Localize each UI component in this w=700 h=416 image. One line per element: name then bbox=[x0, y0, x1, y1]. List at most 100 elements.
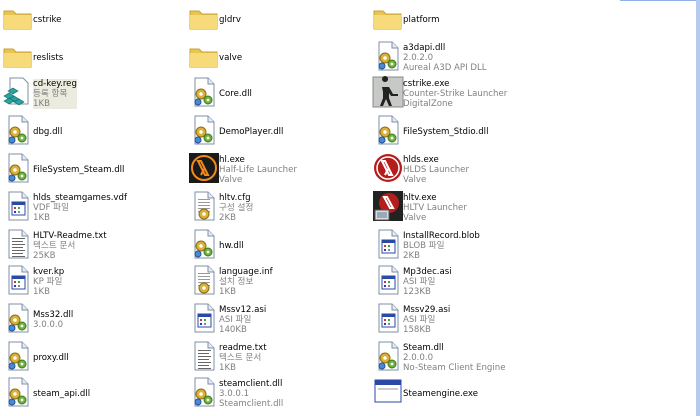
file-item-text: cd-key.reg 등록 항목 1KB bbox=[33, 76, 77, 112]
file-detail: 1KB bbox=[33, 99, 77, 109]
file-name: InstallRecord.blob bbox=[403, 231, 480, 241]
file-item-a3dapi[interactable]: a3dapi.dll 2.0.2.0 Aureal A3D API DLL bbox=[370, 40, 690, 76]
file-detail: Valve bbox=[403, 213, 427, 223]
file-item-fsstdio[interactable]: FileSystem_Stdio.dll bbox=[370, 114, 690, 150]
file-item-cdkey[interactable]: cd-key.reg 등록 항목 1KB bbox=[0, 76, 180, 112]
file-item-cstrike[interactable]: cstrike bbox=[0, 2, 180, 38]
file-item-text: Steam.dll 2.0.0.0 No-Steam Client Engine bbox=[403, 340, 506, 376]
file-type: 3.0.0.0 bbox=[33, 320, 64, 330]
generic-file-icon bbox=[372, 264, 404, 296]
file-type: HLTV Launcher bbox=[403, 203, 467, 213]
file-name: gldrv bbox=[219, 15, 241, 25]
file-detail: 1KB bbox=[33, 213, 50, 223]
file-name: FileSystem_Steam.dll bbox=[33, 165, 125, 175]
file-name: language.inf bbox=[219, 267, 273, 277]
file-type: 텍스트 문서 bbox=[219, 353, 262, 363]
file-detail: DigitalZone bbox=[403, 99, 453, 109]
file-item-text: hltv.exe HLTV Launcher Valve bbox=[403, 190, 467, 226]
file-item-text: valve bbox=[219, 40, 242, 76]
file-item-steamengine[interactable]: Steamengine.exe bbox=[370, 376, 690, 412]
file-detail: 2KB bbox=[219, 213, 236, 223]
file-item-text: hlds_steamgames.vdf VDF 파일 1KB bbox=[33, 190, 127, 226]
file-item-hltvreadme[interactable]: HLTV-Readme.txt 텍스트 문서 25KB bbox=[0, 228, 180, 264]
file-detail: Valve bbox=[219, 175, 243, 185]
file-item-steamclient[interactable]: steamclient.dll 3.0.0.1 Steamclient.dll bbox=[186, 376, 366, 412]
file-item-proxy[interactable]: proxy.dll bbox=[0, 340, 180, 376]
config-file-icon bbox=[188, 264, 220, 296]
file-item-fsteam[interactable]: FileSystem_Steam.dll bbox=[0, 152, 180, 188]
file-item-text: steamclient.dll 3.0.0.1 Steamclient.dll bbox=[219, 376, 283, 412]
file-item-cstrikeexe[interactable]: cstrike.exe Counter-Strike Launcher Digita… bbox=[370, 76, 690, 112]
file-detail: 1KB bbox=[219, 287, 236, 297]
file-name: readme.txt bbox=[219, 343, 267, 353]
file-type: 2.0.2.0 bbox=[403, 53, 434, 63]
file-item-text: a3dapi.dll 2.0.2.0 Aureal A3D API DLL bbox=[403, 40, 487, 76]
file-detail: 25KB bbox=[33, 251, 56, 261]
file-item-text: hl.exe Half-Life Launcher Valve bbox=[219, 152, 297, 188]
generic-file-icon bbox=[2, 190, 34, 222]
file-item-text: gldrv bbox=[219, 2, 241, 38]
file-name: steam_api.dll bbox=[33, 389, 91, 399]
file-name: cstrike bbox=[33, 15, 62, 25]
file-item-text: cstrike bbox=[33, 2, 61, 38]
folder-icon bbox=[2, 40, 34, 72]
file-detail: Valve bbox=[403, 175, 427, 185]
file-item-hldsexe[interactable]: hlds.exe HLDS Launcher Valve bbox=[370, 152, 690, 188]
file-name: platform bbox=[403, 15, 440, 25]
file-name: proxy.dll bbox=[33, 353, 69, 363]
generic-file-icon bbox=[188, 302, 220, 334]
file-item-mssv29[interactable]: Mssv29.asi ASI 파일 158KB bbox=[370, 302, 690, 338]
file-name: valve bbox=[219, 53, 243, 63]
file-name: cstrike.exe bbox=[403, 79, 450, 89]
window-border bbox=[696, 0, 700, 416]
file-item-dbg[interactable]: dbg.dll bbox=[0, 114, 180, 150]
file-item-reslists[interactable]: reslists bbox=[0, 40, 180, 76]
file-detail: 1KB bbox=[219, 363, 236, 373]
dll-gear-icon bbox=[2, 302, 34, 334]
file-type: 구성 설정 bbox=[219, 203, 254, 213]
file-type: ASI 파일 bbox=[403, 277, 436, 287]
dll-gear-icon bbox=[372, 40, 404, 72]
file-type: Half-Life Launcher bbox=[219, 165, 297, 175]
text-file-icon bbox=[2, 228, 34, 260]
file-item-hltvexe[interactable]: hltv.exe HLTV Launcher Valve bbox=[370, 190, 690, 226]
folder-icon bbox=[188, 40, 220, 72]
file-item-readme[interactable]: readme.txt 텍스트 문서 1KB bbox=[186, 340, 366, 376]
file-name: steamclient.dll bbox=[219, 379, 283, 389]
file-type: 2.0.0.0 bbox=[403, 353, 434, 363]
file-item-core[interactable]: Core.dll bbox=[186, 76, 366, 112]
file-detail: 1KB bbox=[33, 287, 50, 297]
file-item-installrecord[interactable]: InstallRecord.blob BLOB 파일 2KB bbox=[370, 228, 690, 264]
file-item-hw[interactable]: hw.dll bbox=[186, 228, 366, 264]
file-item-steamdll[interactable]: Steam.dll 2.0.0.0 No-Steam Client Engine bbox=[370, 340, 690, 376]
file-item-text: steam_api.dll bbox=[33, 376, 90, 412]
file-item-gldrv[interactable]: gldrv bbox=[186, 2, 366, 38]
dll-gear-icon bbox=[188, 76, 220, 108]
file-detail: 123KB bbox=[403, 287, 431, 297]
file-item-mp3dec[interactable]: Mp3dec.asi ASI 파일 123KB bbox=[370, 264, 690, 300]
file-item-hlexe[interactable]: hl.exe Half-Life Launcher Valve bbox=[186, 152, 366, 188]
file-item-platform[interactable]: platform bbox=[370, 2, 690, 38]
file-item-mssv12[interactable]: Mssv12.asi ASI 파일 140KB bbox=[186, 302, 366, 338]
file-list-view: cstrike reslists cd-key.reg 등록 항목 1KB dbg.dll… bbox=[0, 0, 700, 416]
dll-gear-icon bbox=[2, 114, 34, 146]
file-item-text: language.inf 설치 정보 1KB bbox=[219, 264, 273, 300]
file-item-text: Mss32.dll 3.0.0.0 bbox=[33, 302, 73, 338]
file-item-text: readme.txt 텍스트 문서 1KB bbox=[219, 340, 267, 376]
file-type: VDF 파일 bbox=[33, 203, 69, 213]
file-name: Mp3dec.asi bbox=[403, 267, 452, 277]
file-item-valve[interactable]: valve bbox=[186, 40, 366, 76]
file-item-mss32[interactable]: Mss32.dll 3.0.0.0 bbox=[0, 302, 180, 338]
file-name: reslists bbox=[33, 53, 64, 63]
file-item-hltvcfg[interactable]: hltv.cfg 구성 설정 2KB bbox=[186, 190, 366, 226]
file-item-text: HLTV-Readme.txt 텍스트 문서 25KB bbox=[33, 228, 107, 264]
file-item-hlsteamgames[interactable]: hlds_steamgames.vdf VDF 파일 1KB bbox=[0, 190, 180, 226]
file-item-steamapi[interactable]: steam_api.dll bbox=[0, 376, 180, 412]
file-item-text: Mp3dec.asi ASI 파일 123KB bbox=[403, 264, 452, 300]
file-item-kver[interactable]: kver.kp KP 파일 1KB bbox=[0, 264, 180, 300]
file-name: DemoPlayer.dll bbox=[219, 127, 284, 137]
file-name: Mssv29.asi bbox=[403, 305, 451, 315]
file-item-langinf[interactable]: language.inf 설치 정보 1KB bbox=[186, 264, 366, 300]
file-item-text: Mssv29.asi ASI 파일 158KB bbox=[403, 302, 450, 338]
file-item-demoplayer[interactable]: DemoPlayer.dll bbox=[186, 114, 366, 150]
